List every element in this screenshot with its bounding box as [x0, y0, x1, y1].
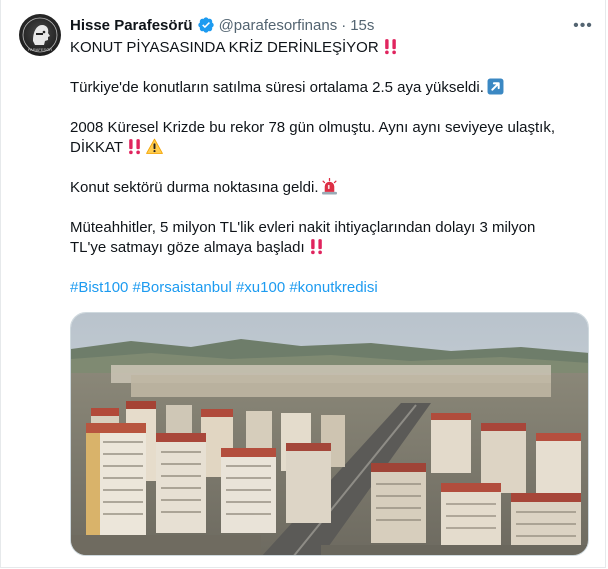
hashtag-xu100[interactable]: #xu100: [236, 279, 285, 296]
avatar-logo-icon: PARAFESÖR: [22, 17, 58, 53]
avatar[interactable]: PARAFESÖR: [19, 14, 61, 56]
tweet-title-line: KONUT PİYASASINDA KRİZ DERİNLEŞİYOR: [70, 38, 590, 58]
tweet-header: Hisse Parafesörü @parafesorfinans · 15s: [70, 14, 589, 36]
svg-text:PARAFESÖR: PARAFESÖR: [28, 47, 52, 52]
tweet-timestamp[interactable]: 15s: [350, 17, 374, 34]
more-options-icon[interactable]: •••: [573, 16, 593, 36]
tweet-p1: Türkiye'de konutların satılma süresi ort…: [70, 79, 484, 96]
tweet-p2b: DİKKAT: [70, 139, 124, 156]
double-exclamation-icon: [310, 239, 322, 255]
tweet-p4a: Müteahhitler, 5 milyon TL'lik evleri nak…: [70, 219, 536, 236]
tweet-photo[interactable]: [70, 312, 589, 556]
double-exclamation-icon: [384, 39, 396, 55]
verified-badge-icon: [197, 16, 215, 34]
author-name[interactable]: Hisse Parafesörü: [70, 17, 193, 34]
more-options-label: •••: [573, 17, 593, 34]
tweet-paragraph-4b: TL'ye satmayı göze almaya başladı: [70, 238, 590, 258]
tweet-paragraph-2: 2008 Küresel Krizde bu rekor 78 gün olmu…: [70, 118, 590, 138]
tweet-p4b: TL'ye satmayı göze almaya başladı: [70, 239, 305, 256]
tweet-p2a: 2008 Küresel Krizde bu rekor 78 gün olmu…: [70, 119, 555, 136]
tweet-text: KONUT PİYASASINDA KRİZ DERİNLEŞİYOR Türk…: [70, 38, 590, 298]
tweet-paragraph-1: Türkiye'de konutların satılma süresi ort…: [70, 78, 590, 98]
separator-dot: ·: [341, 16, 347, 34]
tweet-card[interactable]: PARAFESÖR Hisse Parafesörü @parafesorfin…: [0, 0, 606, 568]
tweet-p3: Konut sektörü durma noktasına geldi.: [70, 179, 319, 196]
tweet-title: KONUT PİYASASINDA KRİZ DERİNLEŞİYOR: [70, 39, 379, 56]
tweet-paragraph-2b: DİKKAT: [70, 138, 590, 158]
hashtag-bist100[interactable]: #Bist100: [70, 279, 128, 296]
warning-icon: [146, 138, 163, 154]
police-light-icon: [322, 178, 338, 195]
aerial-city-photo-icon: [71, 313, 588, 555]
tweet-paragraph-4: Müteahhitler, 5 milyon TL'lik evleri nak…: [70, 218, 590, 238]
hashtag-konutkredisi[interactable]: #konutkredisi: [289, 279, 377, 296]
hashtag-list: #Bist100 #Borsaistanbul #xu100 #konutkre…: [70, 278, 590, 298]
hashtag-borsaistanbul[interactable]: #Borsaistanbul: [133, 279, 232, 296]
up-right-arrow-icon: [487, 78, 504, 95]
double-exclamation-icon: [129, 139, 140, 155]
tweet-paragraph-3: Konut sektörü durma noktasına geldi.: [70, 178, 590, 198]
author-handle[interactable]: @parafesorfinans: [219, 17, 338, 34]
